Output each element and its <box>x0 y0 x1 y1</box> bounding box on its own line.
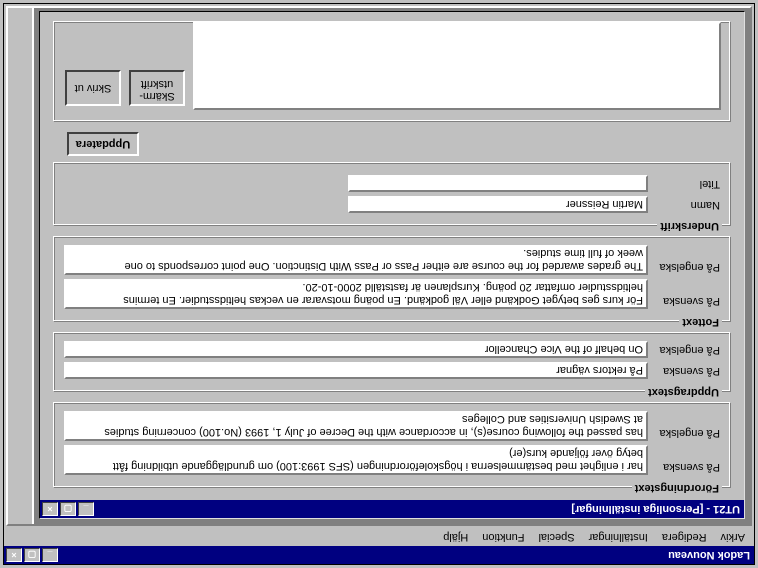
menubar: Arkiv Redigera Inställningar Special Fun… <box>4 528 754 546</box>
group-underskrift: Underskrift Namn Martin Reissner Titel <box>53 162 731 226</box>
label-forordning-engelska: På engelska <box>654 427 720 441</box>
child-window: UT21 - [Personliga inställningar] _ ▢ × … <box>39 11 745 519</box>
output-preview <box>193 22 721 110</box>
menu-hjalp[interactable]: Hjälp <box>436 529 475 545</box>
legend-forordningstext: Förordningstext <box>632 482 722 494</box>
child-title: UT21 - [Personliga inställningar] <box>94 503 742 515</box>
group-fottext: Fottext På svenska För kurs ges betyget … <box>53 236 731 322</box>
legend-uppdragstext: Uppdragstext <box>645 386 722 398</box>
label-uppdrag-svenska: På svenska <box>654 365 720 379</box>
input-forordning-svenska[interactable]: har i enlighet med bestämmelserna i högs… <box>64 445 648 475</box>
input-uppdrag-engelska[interactable]: On behalf of the Vice Chancellor <box>64 341 648 358</box>
menu-arkiv[interactable]: Arkiv <box>714 529 752 545</box>
label-namn: Namn <box>654 199 720 213</box>
app-title: Ladok Nouveau <box>58 549 752 561</box>
input-fottext-svenska[interactable]: För kurs ges betyget Godkänd eller Väl g… <box>64 279 648 309</box>
skarmutskrift-line2: utskrift <box>135 78 179 90</box>
child-minimize-button[interactable]: _ <box>78 502 94 516</box>
menu-redigera[interactable]: Redigera <box>655 529 714 545</box>
child-close-button[interactable]: × <box>42 502 58 516</box>
input-titel[interactable] <box>348 175 648 192</box>
close-button[interactable]: × <box>6 548 22 562</box>
label-fottext-engelska: På engelska <box>654 261 720 275</box>
uppdatera-button[interactable]: Uppdatera <box>67 132 139 156</box>
label-uppdrag-engelska: På engelska <box>654 344 720 358</box>
child-titlebar: UT21 - [Personliga inställningar] _ ▢ × <box>40 500 744 518</box>
skarmutskrift-line1: Skärm- <box>135 90 179 102</box>
input-namn[interactable]: Martin Reissner <box>348 196 648 213</box>
menu-installningar[interactable]: Inställningar <box>582 529 655 545</box>
child-maximize-button[interactable]: ▢ <box>60 502 76 516</box>
menu-funktion[interactable]: Funktion <box>475 529 531 545</box>
input-fottext-engelska[interactable]: The grades awarded for the course are ei… <box>64 245 648 275</box>
titlebar: Ladok Nouveau _ ▢ × <box>4 546 754 564</box>
skarmutskrift-button[interactable]: Skärm- utskrift <box>129 70 185 106</box>
legend-fottext: Fottext <box>679 316 722 328</box>
child-content: Förordningstext På svenska har i enlighe… <box>43 15 741 498</box>
group-uppdragstext: Uppdragstext På svenska På rektors vägna… <box>53 332 731 392</box>
mdi-client-area: UT21 - [Personliga inställningar] _ ▢ × … <box>6 6 752 526</box>
legend-underskrift: Underskrift <box>657 220 722 232</box>
maximize-button[interactable]: ▢ <box>24 548 40 562</box>
menu-special[interactable]: Special <box>532 529 582 545</box>
label-forordning-svenska: På svenska <box>654 461 720 475</box>
main-window: Ladok Nouveau _ ▢ × Arkiv Redigera Instä… <box>3 3 755 565</box>
sidebar-stub <box>8 8 34 524</box>
group-forordningstext: Förordningstext På svenska har i enlighe… <box>53 402 731 488</box>
input-uppdrag-svenska[interactable]: På rektors vägnar <box>64 362 648 379</box>
input-forordning-engelska[interactable]: has passed the following course(s), in a… <box>64 411 648 441</box>
label-fottext-svenska: På svenska <box>654 295 720 309</box>
label-titel: Titel <box>654 178 720 192</box>
skrivut-button[interactable]: Skriv ut <box>65 70 121 106</box>
minimize-button[interactable]: _ <box>42 548 58 562</box>
